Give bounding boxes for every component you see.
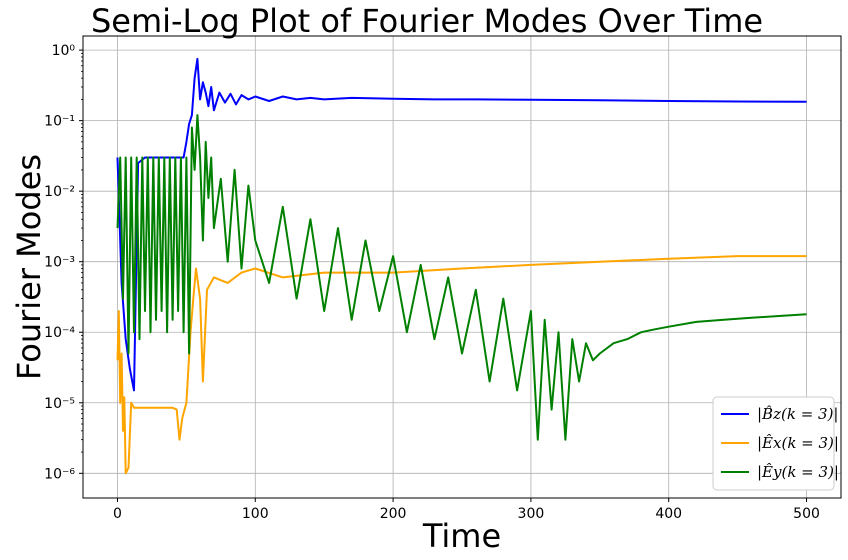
y-tick-label: 10⁻⁴ [44, 325, 75, 341]
y-tick-label: 10⁻¹ [44, 114, 75, 130]
x-tick-label: 0 [113, 506, 122, 522]
legend-label-1: |B̂z(k = 3)| [757, 405, 838, 423]
legend-label-3: |Êy(k = 3)| [757, 463, 839, 481]
y-tick-label: 10⁻⁵ [44, 396, 75, 412]
legend-label-2: |Êx(k = 3)| [757, 434, 839, 452]
x-tick-label: 100 [242, 506, 269, 522]
legend: |B̂z(k = 3)| |Êx(k = 3)| |Êy(k = 3)| [712, 396, 839, 491]
y-axis-label: Fourier Modes [10, 154, 48, 380]
chart: Semi-Log Plot of Fourier Modes Over Time… [0, 0, 848, 560]
y-tick-label: 10⁻⁶ [44, 466, 75, 482]
x-tick-label: 300 [518, 506, 545, 522]
y-tick-label: 10⁻³ [44, 255, 75, 271]
y-tick-label: 10⁻² [44, 184, 75, 200]
x-tick-label: 500 [793, 506, 820, 522]
x-tick-label: 400 [655, 506, 682, 522]
chart-title: Semi-Log Plot of Fourier Modes Over Time [91, 2, 763, 40]
x-tick-label: 200 [380, 506, 407, 522]
x-axis-label: Time [422, 517, 501, 555]
y-tick-label: 10⁰ [52, 43, 76, 59]
